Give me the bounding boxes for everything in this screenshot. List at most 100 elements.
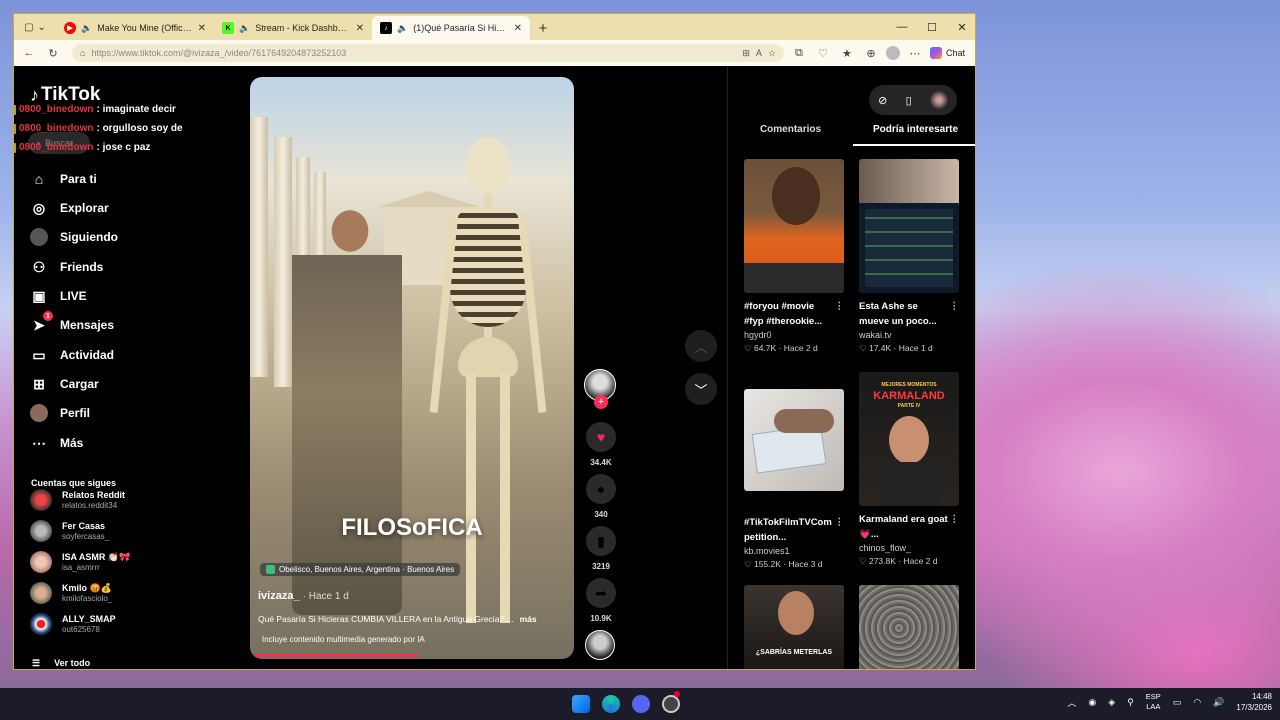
suggested-video-card[interactable]: ¿SABRÍAS METERLAS: [744, 585, 844, 669]
refresh-button[interactable]: ↻: [44, 47, 62, 60]
browser-window: ▢⌄ ▶ 🔈 Make You Mine (Official Lyric ✕ K…: [13, 13, 976, 670]
volume-icon[interactable]: 🔊: [1213, 697, 1224, 708]
close-window-button[interactable]: ✕: [947, 21, 975, 34]
suggested-video-card[interactable]: MEJORES MOMENTOS KARMALAND PARTE IV Karm…: [859, 372, 959, 567]
suggestion-author: wakai.tv: [859, 330, 892, 340]
more-options-icon[interactable]: ⋮: [835, 299, 845, 314]
app-available-icon[interactable]: ⊞: [742, 48, 750, 59]
profile-avatar-icon[interactable]: [885, 46, 900, 60]
account-handle: out625678: [62, 624, 100, 634]
compass-icon[interactable]: ⊘: [878, 94, 887, 107]
browser-essentials-icon[interactable]: ♡: [814, 47, 832, 60]
video-progress-bar[interactable]: [250, 654, 419, 657]
video-player[interactable]: FILOSoFICA Obelisco, Buenos Aires, Argen…: [250, 77, 574, 659]
chevron-up-icon[interactable]: ︿: [1067, 696, 1076, 709]
discord-tray-icon[interactable]: ◈: [1108, 697, 1115, 708]
nav-mas[interactable]: ⋯ Más: [30, 434, 83, 452]
new-tab-button[interactable]: +: [530, 20, 556, 40]
more-options-icon[interactable]: ⋮: [950, 512, 960, 527]
speaker-icon[interactable]: 🔈: [81, 23, 92, 34]
device-icon[interactable]: ▯: [906, 94, 912, 107]
suggested-video-card[interactable]: Esta Ashe se mueve un poco... ⋮ wakai.tv …: [859, 159, 959, 354]
nav-label: Friends: [60, 260, 104, 274]
following-account[interactable]: Relatos Reddit relatos.reddit34: [30, 489, 125, 511]
discord-icon[interactable]: [632, 695, 650, 713]
more-options-icon[interactable]: ⋮: [950, 299, 960, 314]
microphone-icon[interactable]: ⚲: [1127, 697, 1134, 708]
live-icon: ▣: [32, 287, 46, 304]
nav-mensajes[interactable]: ➤ 1 Mensajes: [30, 311, 114, 334]
clock[interactable]: 14:48 17/3/2026: [1236, 691, 1272, 713]
nav-explorar[interactable]: ◎ Explorar: [30, 199, 109, 217]
video-author[interactable]: ivizaza_ · Hace 1 d: [258, 590, 349, 602]
comment-button[interactable]: ● 340: [584, 474, 618, 519]
save-button[interactable]: ▮ 3219: [584, 526, 618, 571]
tiktok-logo[interactable]: ♪ TikTok: [30, 84, 100, 106]
tab-comentarios[interactable]: Comentarios: [728, 122, 853, 146]
favorite-star-icon[interactable]: ☆: [768, 48, 776, 59]
nav-friends[interactable]: ⚇ Friends: [30, 258, 104, 276]
nav-para-ti[interactable]: ⌂ Para ti: [30, 170, 97, 188]
location-text: Obelisco, Buenos Aires, Argentina · Buen…: [279, 565, 455, 574]
following-account[interactable]: Fer Casas soyfercasas_: [30, 520, 109, 542]
suggestion-stats: ♡ 155.2K · Hace 3 d: [744, 559, 823, 569]
url-field[interactable]: ⌂ https://www.tiktok.com/@ivizaza_/video…: [72, 44, 784, 62]
extensions-icon[interactable]: ⧉: [790, 47, 808, 60]
see-all-button[interactable]: ☰ Ver todo: [32, 658, 90, 669]
follow-plus-button[interactable]: +: [594, 395, 608, 409]
maximize-button[interactable]: ☐: [917, 21, 947, 34]
suggestion-title: #foryou #movie #fyp #therookie...: [744, 301, 823, 327]
favorites-icon[interactable]: ★: [838, 47, 856, 60]
suggestion-title: #TikTokFilmTVCom petition...: [744, 517, 832, 543]
speaker-icon[interactable]: 🔈: [239, 23, 250, 34]
display-icon[interactable]: ▭: [1173, 697, 1182, 708]
close-icon[interactable]: ✕: [356, 23, 364, 34]
back-button[interactable]: ←: [20, 47, 38, 59]
read-aloud-icon[interactable]: A: [756, 48, 762, 58]
nav-actividad[interactable]: ▭ Actividad: [30, 346, 114, 364]
previous-video-button[interactable]: ︿: [685, 330, 717, 362]
copilot-chat-button[interactable]: Chat: [929, 47, 965, 59]
like-button[interactable]: ♥ 34.4K: [584, 422, 618, 467]
share-count: 10.9K: [590, 614, 612, 623]
site-info-icon[interactable]: ⌂: [80, 48, 85, 58]
edge-icon[interactable]: [602, 695, 620, 713]
video-thumbnail: [859, 159, 959, 293]
following-account[interactable]: Kmilo 😡💰 kmilofasciolo_: [30, 582, 112, 604]
start-button[interactable]: [572, 695, 590, 713]
location-tag[interactable]: Obelisco, Buenos Aires, Argentina · Buen…: [260, 563, 461, 576]
following-account[interactable]: ALLY_SMAP out625678: [30, 613, 116, 635]
share-button[interactable]: ➦ 10.9K: [584, 578, 618, 623]
next-video-button[interactable]: ﹀: [685, 373, 717, 405]
tab-youtube[interactable]: ▶ 🔈 Make You Mine (Official Lyric ✕: [56, 16, 214, 40]
language-indicator[interactable]: ESP LAA: [1146, 692, 1161, 712]
following-account[interactable]: ISA ASMR 👏🏻🎀 isa_asmrrr: [30, 551, 130, 573]
nav-perfil[interactable]: Perfil: [30, 404, 90, 422]
user-avatar[interactable]: [929, 91, 948, 109]
more-options-icon[interactable]: ⋮: [835, 515, 845, 530]
obs-icon[interactable]: [662, 695, 680, 713]
minimize-button[interactable]: —: [887, 21, 917, 33]
more-link[interactable]: más: [520, 614, 537, 624]
suggested-video-card[interactable]: [859, 585, 959, 669]
nav-siguiendo[interactable]: Siguiendo: [30, 228, 118, 246]
more-options-icon[interactable]: ⋯: [906, 47, 924, 60]
keyboard-layout: LAA: [1146, 702, 1161, 711]
windows-taskbar: ︿ ◉ ◈ ⚲ ESP LAA ▭ ◠ 🔊 14:48 17/3/2026: [0, 688, 1280, 720]
wifi-icon[interactable]: ◠: [1193, 697, 1201, 708]
tab-tiktok[interactable]: ♪ 🔈 (1)Qué Pasaría Si Hicieras CUM ✕: [372, 16, 530, 40]
speaker-icon[interactable]: 🔈: [397, 23, 408, 34]
steam-icon[interactable]: ◉: [1088, 697, 1096, 708]
music-disc-avatar[interactable]: [585, 630, 615, 660]
close-icon[interactable]: ✕: [198, 23, 206, 34]
language-code: ESP: [1145, 692, 1161, 701]
tab-kick[interactable]: K 🔈 Stream - Kick Dashboard ✕: [214, 16, 372, 40]
suggested-video-card[interactable]: #foryou #movie #fyp #therookie... ⋮ hgydr…: [744, 159, 844, 354]
workspaces-button[interactable]: ▢ ⌄: [14, 14, 56, 40]
nav-cargar[interactable]: ⊞ Cargar: [30, 375, 99, 393]
close-icon[interactable]: ✕: [514, 23, 522, 34]
suggested-video-card[interactable]: #TikTokFilmTVCom petition... ⋮ kb.movies1…: [744, 389, 844, 570]
nav-live[interactable]: ▣ LIVE: [30, 287, 86, 305]
tab-podria-interesarte[interactable]: Podría interesarte: [853, 122, 975, 146]
collections-icon[interactable]: ⊕: [862, 47, 880, 60]
